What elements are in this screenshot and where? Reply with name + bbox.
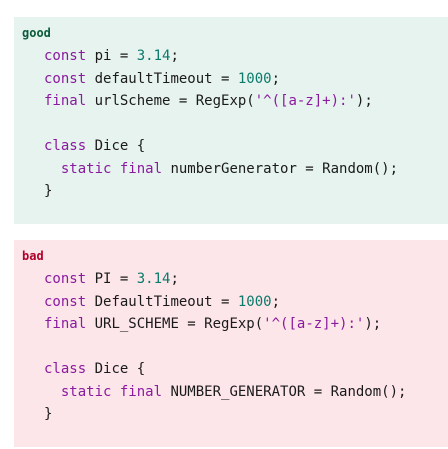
code-token: final: [44, 316, 87, 332]
code-token: 3.14: [136, 271, 171, 287]
code-line: const PI = 3.14;: [44, 271, 179, 287]
code-token: final: [44, 93, 87, 109]
code-line: class Dice {: [44, 138, 145, 154]
code-token: '^([a-z]+):': [263, 316, 365, 332]
code-token: const: [44, 293, 87, 310]
code-token: '^([a-z]+):': [254, 93, 356, 109]
code-token: }: [44, 183, 53, 199]
code-token: const: [44, 70, 87, 87]
good-example-panel: good const pi = 3.14; const defaultTimeo…: [14, 17, 448, 224]
code-line: const defaultTimeout = 1000;: [44, 71, 280, 87]
code-token: URL_SCHEME = RegExp(: [86, 316, 264, 332]
code-token: 1000: [237, 293, 272, 310]
code-line: final URL_SCHEME = RegExp('^([a-z]+):');: [44, 316, 381, 332]
code-line: }: [44, 406, 52, 422]
bad-example-panel: bad const PI = 3.14; const DefaultTimeou…: [14, 240, 448, 447]
code-token: defaultTimeout =: [86, 70, 238, 87]
code-token: const: [44, 48, 87, 64]
code-token: const: [44, 271, 87, 287]
code-token: );: [355, 93, 373, 109]
code-token: urlScheme = RegExp(: [86, 93, 255, 109]
code-token: }: [44, 406, 53, 422]
bad-label: bad: [22, 249, 44, 263]
code-token: static final: [60, 160, 163, 177]
code-token: numberGenerator = Random();: [162, 160, 399, 177]
code-token: ;: [170, 48, 179, 64]
code-line: class Dice {: [44, 361, 145, 377]
code-token: PI =: [86, 271, 137, 287]
code-token: pi =: [86, 48, 137, 64]
code-token: 1000: [237, 70, 272, 87]
code-token: Dice {: [86, 361, 146, 377]
code-line: final urlScheme = RegExp('^([a-z]+):');: [44, 93, 373, 109]
code-token: ;: [170, 271, 179, 287]
code-token: ;: [271, 293, 281, 310]
code-token: ;: [271, 70, 281, 87]
good-code-block: const pi = 3.14; const defaultTimeout = …: [44, 45, 440, 203]
code-token: static final: [60, 383, 163, 400]
code-line: static final numberGenerator = Random();: [44, 161, 398, 177]
good-label: good: [22, 26, 51, 40]
code-token: DefaultTimeout =: [86, 293, 238, 310]
code-token: );: [364, 316, 382, 332]
bad-code-block: const PI = 3.14; const DefaultTimeout = …: [44, 268, 440, 426]
code-token: NUMBER_GENERATOR = Random();: [162, 383, 407, 400]
code-line: static final NUMBER_GENERATOR = Random()…: [44, 383, 407, 400]
code-token: Dice {: [86, 138, 146, 154]
code-line: }: [44, 183, 52, 199]
code-line: const pi = 3.14;: [44, 48, 179, 64]
code-line: const DefaultTimeout = 1000;: [44, 294, 280, 310]
code-token: 3.14: [136, 48, 171, 64]
code-token: class: [44, 361, 87, 377]
code-token: class: [44, 138, 87, 154]
